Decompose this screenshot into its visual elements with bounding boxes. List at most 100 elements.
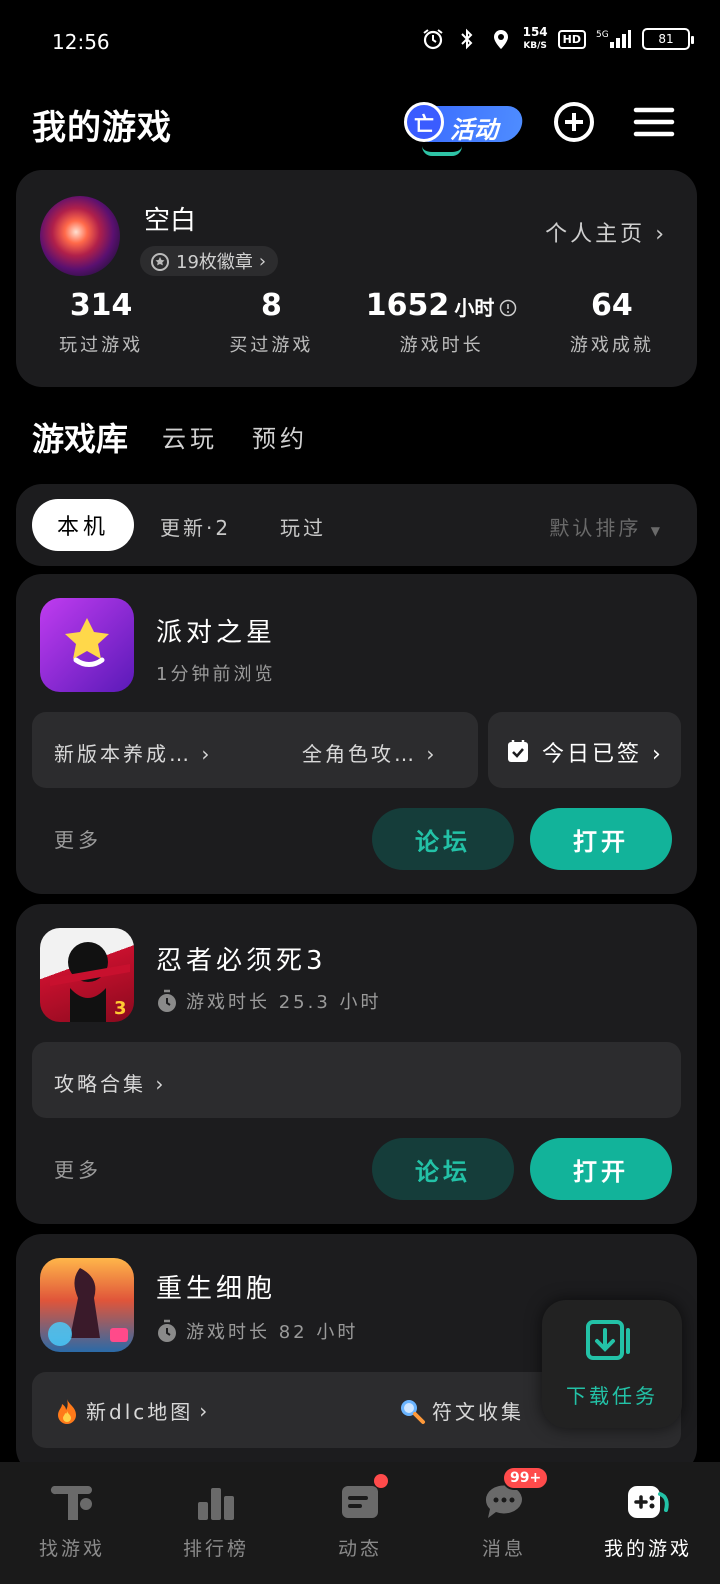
link-new-dlc-map[interactable]: 新dlc地图 ›	[54, 1396, 210, 1425]
battery-indicator: 81	[642, 28, 694, 50]
homepage-link[interactable]: 个人主页 ›	[545, 216, 667, 248]
game-icon-ninja-must-die[interactable]: 3	[40, 928, 134, 1022]
stat-achievements[interactable]: 64 游戏成就	[527, 288, 697, 357]
game-links-strip: 新版本养成… › 全角色攻… ›	[32, 712, 478, 788]
badges-label: 19枚徽章	[176, 252, 253, 273]
checkin-label: 今日已签	[542, 742, 643, 767]
find-games-icon	[50, 1486, 92, 1520]
filter-local[interactable]: 本机	[32, 499, 134, 551]
stat-value: 8	[260, 288, 282, 323]
game-subtitle-text: 游戏时长 82 小时	[186, 1322, 359, 1343]
filter-updates[interactable]: 更新·2	[160, 512, 231, 541]
checkin-button[interactable]: 今日已签 ›	[488, 712, 681, 788]
gamepad-icon	[628, 1486, 669, 1518]
stat-playtime[interactable]: 1652 小时 游戏时长	[357, 288, 527, 357]
svg-text:5G: 5G	[596, 30, 609, 40]
nav-label: 找游戏	[38, 1538, 105, 1560]
chevron-right-icon: ›	[655, 222, 667, 247]
plus-circle-icon	[554, 102, 594, 142]
link-label: 全角色攻…	[302, 742, 417, 766]
stat-value: 64	[591, 288, 633, 323]
svg-text:3: 3	[114, 998, 127, 1019]
game-card[interactable]: 派对之星 1分钟前浏览 新版本养成… › 全角色攻… › 今日已签 › 更多 论…	[16, 574, 697, 894]
forum-button[interactable]: 论坛	[372, 808, 514, 870]
add-button[interactable]	[552, 100, 596, 144]
homepage-label: 个人主页	[545, 222, 646, 247]
link-rune-collection[interactable]: 符文收集	[398, 1396, 524, 1425]
status-time: 12:56	[52, 30, 110, 54]
stat-value: 314	[69, 288, 133, 323]
profile-name: 空白	[144, 206, 197, 236]
tab-reserve[interactable]: 预约	[252, 419, 308, 460]
download-tasks-button[interactable]: 下载任务	[542, 1300, 682, 1428]
game-icon-party-star[interactable]	[40, 598, 134, 692]
open-button[interactable]: 打开	[530, 808, 672, 870]
info-icon	[500, 299, 517, 317]
badges-button[interactable]: 19枚徽章 ›	[140, 246, 279, 276]
nav-feed[interactable]: 动态	[288, 1462, 432, 1584]
caret-down-icon: ▼	[650, 524, 663, 538]
hd-badge: HD	[557, 29, 586, 49]
more-link[interactable]: 更多	[54, 824, 102, 853]
game-name: 忍者必须死3	[156, 946, 327, 976]
nav-rankings[interactable]: 排行榜	[144, 1462, 288, 1584]
status-icons: 154 KB/S HD 5G 81	[421, 25, 694, 52]
more-link[interactable]: 更多	[54, 1154, 102, 1183]
nav-label: 排行榜	[182, 1538, 249, 1560]
filter-played[interactable]: 玩过	[280, 512, 326, 541]
open-button[interactable]: 打开	[530, 1138, 672, 1200]
net-speed: 154 KB/S	[522, 25, 548, 51]
stat-bought[interactable]: 8 买过游戏	[186, 288, 356, 357]
nav-label: 动态	[337, 1538, 382, 1560]
stat-played[interactable]: 314 玩过游戏	[16, 288, 186, 357]
checkin-text: 今日已签 ›	[542, 742, 664, 767]
menu-button[interactable]	[632, 100, 676, 144]
activity-button[interactable]: 亡 活动	[404, 98, 526, 156]
nav-my-games[interactable]: 我的游戏	[576, 1462, 720, 1584]
medal-icon	[151, 253, 169, 271]
nav-messages[interactable]: 99+ 消息	[432, 1462, 576, 1584]
fire-icon	[58, 1398, 76, 1424]
forum-button[interactable]: 论坛	[372, 1138, 514, 1200]
game-subtitle: 1分钟前浏览	[156, 660, 275, 686]
search-icon	[401, 1399, 425, 1424]
avatar[interactable]	[40, 196, 120, 276]
link-label: 攻略合集	[54, 1072, 146, 1096]
game-icon-dead-cells[interactable]	[40, 1258, 134, 1352]
download-video-icon	[586, 1320, 630, 1360]
filter-bar: 本机 更新·2 玩过 默认排序 ▼	[16, 484, 697, 566]
section-tabs: 游戏库 云玩 预约	[32, 410, 308, 460]
tab-game-library[interactable]: 游戏库	[32, 414, 129, 460]
stat-label: 买过游戏	[229, 335, 314, 356]
game-subtitle: 游戏时长 25.3 小时	[156, 988, 382, 1014]
star-icon	[65, 618, 109, 667]
warrior-icon	[48, 1268, 128, 1346]
signal-icon: 5G	[596, 27, 632, 51]
link-all-character-guide[interactable]: 全角色攻… ›	[302, 738, 437, 767]
game-subtitle-text: 游戏时长 25.3 小时	[186, 992, 382, 1013]
activity-label: 活动	[450, 116, 498, 144]
stat-value: 1652	[365, 288, 450, 323]
download-tasks-label: 下载任务	[566, 1384, 658, 1408]
ninja-icon: 3	[50, 942, 130, 1022]
sort-label: 默认排序	[549, 516, 642, 540]
link-new-version-guide[interactable]: 新版本养成… ›	[54, 738, 212, 767]
calendar-check-icon	[508, 740, 528, 762]
stat-unit: 小时	[454, 296, 495, 320]
rankings-icon	[198, 1488, 234, 1520]
profile-stats: 314 玩过游戏 8 买过游戏 1652 小时 游戏时长 64 游戏成就	[16, 288, 697, 357]
page-title: 我的游戏	[32, 108, 172, 148]
sort-dropdown[interactable]: 默认排序 ▼	[549, 512, 663, 541]
nav-find-games[interactable]: 找游戏	[0, 1462, 144, 1584]
game-links-strip: 攻略合集 ›	[32, 1042, 681, 1118]
game-card[interactable]: 3 忍者必须死3 游戏时长 25.3 小时 攻略合集 › 更多 论坛 打开	[16, 904, 697, 1224]
game-name: 派对之星	[156, 618, 277, 648]
stat-label: 游戏成就	[569, 335, 654, 356]
nav-label: 消息	[481, 1538, 526, 1560]
stat-label: 玩过游戏	[59, 335, 144, 356]
bluetooth-icon	[455, 27, 479, 51]
link-guide-collection[interactable]: 攻略合集 ›	[54, 1068, 166, 1097]
game-name: 重生细胞	[156, 1274, 277, 1304]
tab-cloud-play[interactable]: 云玩	[162, 419, 218, 460]
bottom-nav: 找游戏 排行榜 动态 99+ 消息 我的游戏	[0, 1462, 720, 1584]
